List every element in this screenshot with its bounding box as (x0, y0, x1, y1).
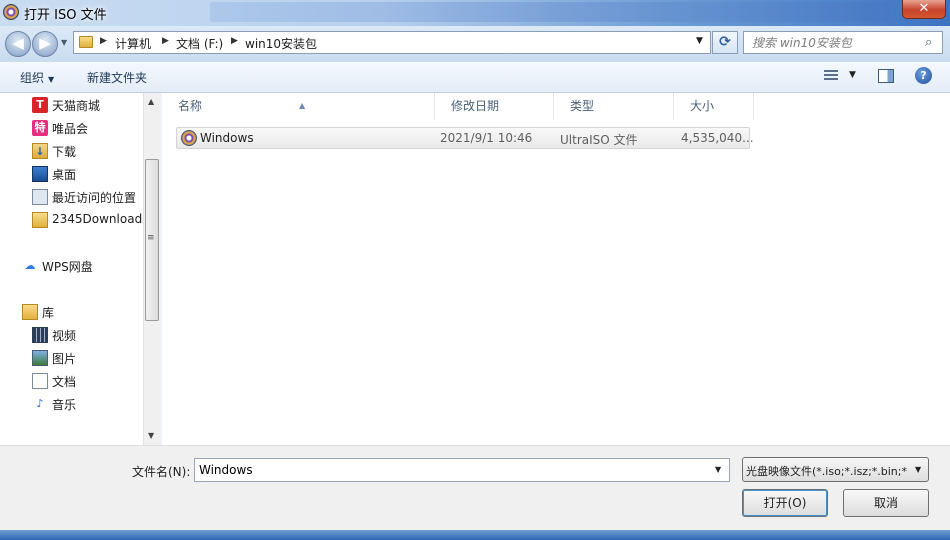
sidebar-item-label: 唯品会 (52, 122, 89, 136)
filename-input[interactable] (195, 459, 711, 481)
desktop-icon (32, 166, 48, 182)
chevron-down-icon: ▼ (48, 75, 55, 84)
grip-icon: ≡ (147, 233, 155, 243)
folder-icon (32, 212, 48, 228)
breadcrumb-separator-icon[interactable]: ▶ (100, 36, 107, 46)
breadcrumb-separator-icon[interactable]: ▶ (162, 36, 169, 46)
new-folder-button[interactable]: 新建文件夹 (87, 69, 147, 86)
sidebar-item-label: 天猫商城 (52, 99, 101, 113)
organize-button[interactable]: 组织 ▼ (20, 69, 54, 86)
column-header-label: 名称 (178, 99, 203, 113)
sidebar-item-label: 最近访问的位置 (52, 191, 137, 205)
view-options-icon[interactable] (824, 70, 838, 82)
ultraiso-disc-icon (3, 4, 19, 20)
column-header-name[interactable]: 名称 ▲ (162, 93, 435, 120)
sidebar-item-label: 桌面 (52, 168, 77, 182)
address-bar[interactable]: ▶ 计算机 ▶ 文档 (F:) ▶ win10安装包 ▼ (73, 31, 711, 54)
sidebar-item-label: 视频 (52, 329, 77, 343)
sort-ascending-icon: ▲ (299, 101, 306, 110)
document-icon (32, 373, 48, 389)
back-button[interactable]: ◀ (5, 31, 31, 57)
column-header-type[interactable]: 类型 (554, 93, 674, 120)
folder-icon (79, 36, 93, 48)
preview-pane-icon[interactable] (878, 69, 894, 83)
scroll-down-icon[interactable]: ▼ (148, 431, 154, 440)
file-name: Windows (200, 131, 254, 145)
search-box[interactable]: ⌕ (743, 31, 943, 54)
window-frame-bottom (0, 530, 950, 540)
tmall-icon: T (32, 97, 48, 113)
search-input[interactable] (744, 32, 919, 53)
download-folder-icon: ↓ (32, 143, 48, 159)
column-header-size[interactable]: 大小 (674, 93, 754, 120)
breadcrumb-computer[interactable]: 计算机 (115, 35, 151, 52)
breadcrumb-drive[interactable]: 文档 (F:) (176, 35, 223, 52)
help-icon[interactable]: ? (915, 67, 932, 84)
forward-button[interactable]: ▶ (32, 31, 58, 57)
filename-dropdown-icon[interactable]: ▼ (715, 465, 721, 474)
command-toolbar: 组织 ▼ 新建文件夹 ▼ ? (0, 62, 950, 93)
filetype-value: 光盘映像文件(*.iso;*.isz;*.bin;* (746, 465, 907, 478)
chevron-down-icon: ▼ (915, 465, 922, 474)
sidebar-item-label: 图片 (52, 352, 77, 366)
file-modified: 2021/9/1 10:46 (440, 131, 533, 145)
filename-label: 文件名(N): (132, 465, 191, 479)
navigation-bar: ◀ ▶ ▼ ▶ 计算机 ▶ 文档 (F:) ▶ win10安装包 ▼ ⟳ ⌕ (0, 26, 950, 62)
open-button[interactable]: 打开(O) (742, 489, 828, 517)
sidebar-item-label: 库 (42, 306, 55, 320)
table-row[interactable]: Windows 2021/9/1 10:46 UltraISO 文件 4,535… (176, 127, 754, 149)
library-icon (22, 304, 38, 320)
picture-icon (32, 350, 48, 366)
close-button[interactable]: ✕ (902, 0, 946, 19)
sidebar-item-label: 音乐 (52, 398, 77, 412)
navigation-pane-scrollbar[interactable]: ▲ ≡ ▼ (143, 93, 160, 445)
cloud-icon: ☁ (24, 259, 36, 272)
navigation-pane: T 天猫商城 特 唯品会 ↓ 下载 桌面 最近访问的位置 2345Downloa… (0, 93, 160, 445)
search-icon[interactable]: ⌕ (925, 35, 932, 50)
iso-file-icon (181, 130, 197, 146)
scroll-up-icon[interactable]: ▲ (148, 97, 154, 106)
sidebar-item-label: 2345Downloads (52, 212, 149, 226)
window-title: 打开 ISO 文件 (24, 8, 107, 23)
music-icon: ♪ (36, 397, 44, 410)
vip-icon: 特 (32, 120, 48, 136)
video-icon (32, 327, 48, 343)
organize-label: 组织 (20, 71, 45, 85)
filetype-select[interactable]: 光盘映像文件(*.iso;*.isz;*.bin;* ▼ (742, 457, 929, 482)
column-header-modified[interactable]: 修改日期 (435, 93, 554, 120)
background-window-blur (210, 2, 890, 22)
title-bar: 打开 ISO 文件 ✕ (0, 0, 950, 26)
recent-pages-dropdown[interactable]: ▼ (61, 38, 67, 47)
sidebar-item-label: WPS网盘 (42, 260, 93, 274)
file-size: 4,535,040... (681, 131, 754, 145)
breadcrumb-folder[interactable]: win10安装包 (245, 35, 317, 52)
file-type: UltraISO 文件 (560, 133, 638, 147)
address-dropdown-icon[interactable]: ▼ (696, 36, 703, 46)
cancel-button[interactable]: 取消 (843, 489, 929, 517)
refresh-button[interactable]: ⟳ (712, 31, 738, 54)
recent-places-icon (32, 189, 48, 205)
sidebar-item-label: 文档 (52, 375, 77, 389)
file-list: 名称 ▲ 修改日期 类型 大小 Windows 2021/9/1 10:46 U… (162, 93, 950, 445)
file-name-bar: 文件名(N): ▼ 光盘映像文件(*.iso;*.isz;*.bin;* ▼ 打… (0, 445, 950, 530)
view-dropdown-icon[interactable]: ▼ (849, 70, 856, 80)
filename-combobox[interactable]: ▼ (194, 458, 730, 482)
sidebar-item-label: 下载 (52, 145, 77, 159)
breadcrumb-separator-icon[interactable]: ▶ (231, 36, 238, 46)
